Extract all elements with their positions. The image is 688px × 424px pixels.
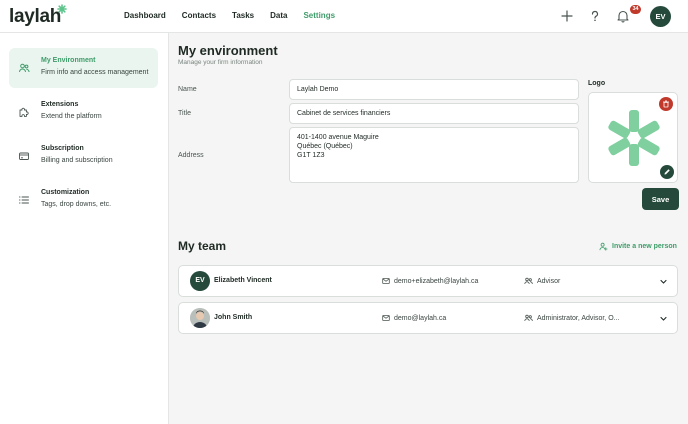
delete-logo-button[interactable] bbox=[659, 97, 673, 111]
user-avatar[interactable]: EV bbox=[650, 6, 671, 27]
top-bar: laylah Dashboard Contacts Tasks Data Set… bbox=[0, 0, 688, 33]
mail-icon bbox=[382, 315, 390, 321]
brand-star-icon bbox=[57, 4, 67, 14]
member-name: John Smith bbox=[214, 314, 253, 321]
settings-sidebar: My Environment Firm info and access mana… bbox=[0, 33, 169, 424]
sidebar-item-customization[interactable]: Customization Tags, drop downs, etc. bbox=[9, 180, 158, 220]
nav-settings[interactable]: Settings bbox=[303, 11, 335, 20]
member-role: Administrator, Advisor, O... bbox=[524, 314, 619, 322]
name-field[interactable]: Laylah Demo bbox=[289, 79, 579, 100]
pencil-icon bbox=[664, 169, 670, 175]
role-people-icon bbox=[524, 314, 533, 322]
nav-tasks[interactable]: Tasks bbox=[232, 11, 254, 20]
trash-icon bbox=[663, 100, 669, 108]
sidebar-item-title: Customization bbox=[41, 189, 90, 196]
chevron-down-icon[interactable] bbox=[659, 314, 668, 323]
person-photo-icon bbox=[190, 308, 210, 328]
address-line: G1T 1Z3 bbox=[297, 152, 325, 159]
invite-person-link[interactable]: Invite a new person bbox=[599, 242, 677, 251]
mail-icon bbox=[382, 278, 390, 284]
member-role-text: Administrator, Advisor, O... bbox=[537, 314, 620, 322]
invite-label: Invite a new person bbox=[612, 243, 677, 250]
page-title: My environment bbox=[178, 43, 278, 58]
sidebar-item-subtitle: Billing and subscription bbox=[41, 157, 113, 164]
member-name: Elizabeth Vincent bbox=[214, 277, 272, 284]
sidebar-item-title: Subscription bbox=[41, 145, 84, 152]
address-line: 401-1400 avenue Maguire bbox=[297, 134, 379, 141]
address-field[interactable]: 401-1400 avenue Maguire Québec (Québec) … bbox=[289, 127, 579, 183]
puzzle-icon bbox=[19, 107, 29, 117]
sidebar-item-extensions[interactable]: Extensions Extend the platform bbox=[9, 92, 158, 132]
team-member-row[interactable]: EV Elizabeth Vincent demo+elizabeth@layl… bbox=[178, 265, 678, 297]
member-role: Advisor bbox=[524, 277, 560, 285]
nav-contacts[interactable]: Contacts bbox=[182, 11, 216, 20]
edit-logo-button[interactable] bbox=[660, 165, 674, 179]
nav-dashboard[interactable]: Dashboard bbox=[124, 11, 166, 20]
member-email-text: demo+elizabeth@laylah.ca bbox=[394, 277, 479, 285]
member-email: demo@laylah.ca bbox=[382, 314, 446, 322]
brand-logo[interactable]: laylah bbox=[9, 6, 61, 28]
sidebar-item-subscription[interactable]: Subscription Billing and subscription bbox=[9, 136, 158, 176]
list-icon bbox=[19, 196, 29, 204]
sidebar-item-subtitle: Tags, drop downs, etc. bbox=[41, 201, 112, 208]
chevron-down-icon[interactable] bbox=[659, 277, 668, 286]
people-icon bbox=[19, 63, 30, 73]
sidebar-item-subtitle: Extend the platform bbox=[41, 113, 102, 120]
page-subtitle: Manage your firm information bbox=[178, 59, 263, 66]
name-label: Name bbox=[178, 86, 197, 93]
logo-label: Logo bbox=[588, 80, 606, 87]
firm-logo-image bbox=[608, 110, 660, 166]
title-field[interactable]: Cabinet de services financiers bbox=[289, 103, 579, 124]
bell-icon[interactable] bbox=[616, 9, 630, 23]
member-role-text: Advisor bbox=[537, 277, 561, 285]
add-person-icon bbox=[599, 242, 608, 251]
plus-icon[interactable] bbox=[560, 9, 574, 23]
member-email: demo+elizabeth@laylah.ca bbox=[382, 277, 478, 285]
address-label: Address bbox=[178, 152, 204, 159]
team-member-row[interactable]: John Smith demo@laylah.ca Administrator,… bbox=[178, 302, 678, 334]
address-line: Québec (Québec) bbox=[297, 143, 353, 150]
sidebar-item-title: My Environment bbox=[41, 57, 96, 64]
help-icon[interactable] bbox=[588, 9, 602, 23]
member-email-text: demo@laylah.ca bbox=[394, 314, 447, 322]
member-avatar: EV bbox=[190, 271, 210, 291]
card-icon bbox=[19, 152, 29, 160]
sidebar-item-my-environment[interactable]: My Environment Firm info and access mana… bbox=[9, 48, 158, 88]
team-title: My team bbox=[178, 239, 227, 253]
main-nav: Dashboard Contacts Tasks Data Settings bbox=[124, 11, 351, 20]
notification-badge: 34 bbox=[630, 5, 641, 14]
member-avatar-photo bbox=[190, 308, 210, 328]
sidebar-item-subtitle: Firm info and access management bbox=[41, 69, 149, 76]
role-people-icon bbox=[524, 277, 533, 285]
nav-data[interactable]: Data bbox=[270, 11, 287, 20]
sidebar-item-title: Extensions bbox=[41, 101, 79, 108]
title-label: Title bbox=[178, 110, 191, 117]
save-button[interactable]: Save bbox=[642, 188, 679, 210]
